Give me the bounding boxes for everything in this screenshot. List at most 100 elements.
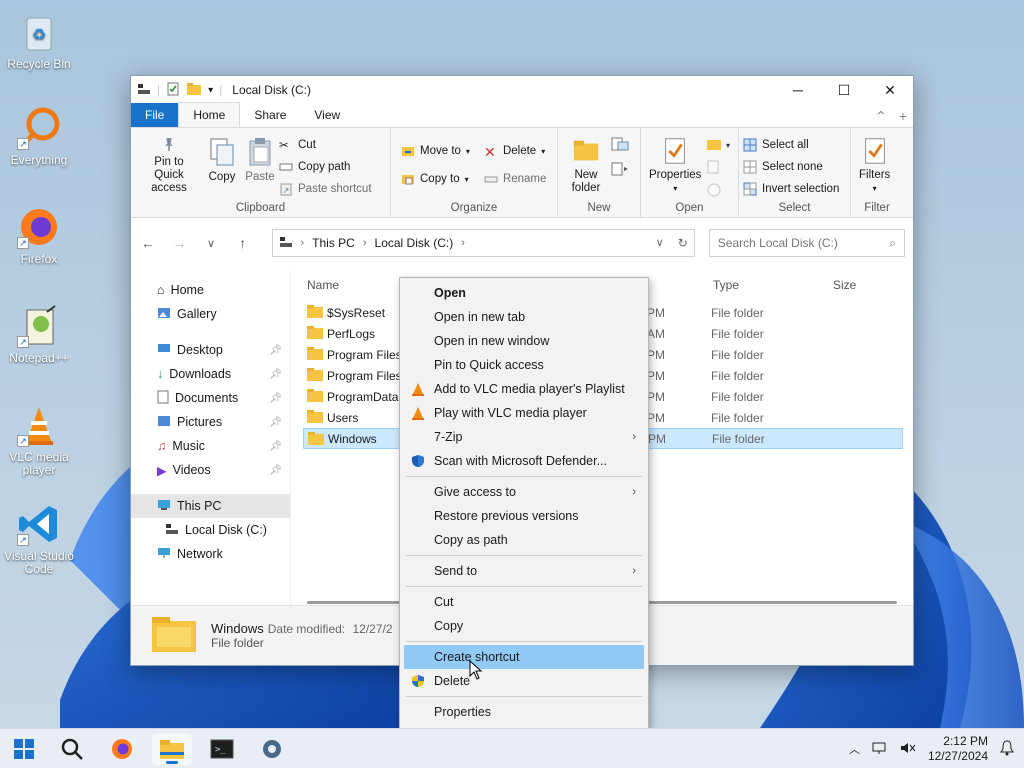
copy-button[interactable]: Copy — [203, 132, 241, 199]
start-button[interactable] — [4, 733, 44, 765]
minimize-button[interactable]: ─ — [775, 76, 821, 104]
new-folder-quick-icon[interactable] — [186, 82, 202, 99]
nav-desktop[interactable]: Desktop 📌︎ — [131, 338, 290, 362]
column-header-name[interactable]: Name — [307, 278, 339, 292]
taskbar-terminal[interactable]: >_ — [202, 733, 242, 765]
context-menu-item-give-access-to[interactable]: Give access to › — [404, 480, 644, 504]
context-menu-item-scan-with-microsoft-defender[interactable]: Scan with Microsoft Defender... — [404, 449, 644, 473]
easy-access-icon[interactable] — [610, 161, 632, 180]
context-menu-item-copy[interactable]: Copy — [404, 614, 644, 638]
paste-button[interactable]: Paste — [241, 132, 279, 199]
desktop-icon-recycle-bin[interactable]: ♻ Recycle Bin — [1, 10, 77, 71]
network-status-icon[interactable] — [872, 741, 888, 758]
context-menu-item-play-with-vlc-media-player[interactable]: Play with VLC media player — [404, 401, 644, 425]
desktop-icon-notepad-plus-plus[interactable]: ↗ Notepad++ — [1, 304, 77, 365]
rename-button[interactable]: Rename — [484, 170, 546, 188]
edit-icon[interactable] — [705, 159, 731, 178]
copy-path-button[interactable]: Copy path — [279, 158, 372, 176]
clock[interactable]: 2:12 PM 12/27/2024 — [928, 734, 988, 764]
new-folder-button[interactable]: New folder — [562, 132, 610, 199]
address-history-chevron-icon[interactable]: ∨ — [656, 236, 664, 250]
taskbar-firefox[interactable] — [102, 733, 142, 765]
breadcrumb-local-disk[interactable]: Local Disk (C:) — [375, 236, 454, 250]
desktop-icon-vlc[interactable]: ↗ VLC media player — [1, 403, 77, 477]
context-menu-item-pin-to-quick-access[interactable]: Pin to Quick access — [404, 353, 644, 377]
pin-icon[interactable]: 📌︎ — [269, 441, 282, 452]
nav-videos[interactable]: ▶ Videos 📌︎ — [131, 458, 290, 482]
help-plus-icon[interactable]: + — [899, 108, 907, 125]
cut-button[interactable]: ✂ Cut — [279, 136, 372, 154]
forward-arrow-icon[interactable]: → — [171, 235, 189, 251]
search-icon[interactable]: ⌕ — [889, 236, 896, 251]
nav-home[interactable]: ⌂ Home — [131, 278, 290, 302]
context-menu-item-cut[interactable]: Cut — [404, 590, 644, 614]
tab-file[interactable]: File — [131, 103, 179, 127]
delete-button[interactable]: ✕ Delete ▾ — [484, 142, 546, 160]
properties-button[interactable]: Properties ▾ — [645, 132, 705, 199]
history-icon[interactable] — [705, 182, 731, 201]
invert-selection-button[interactable]: Invert selection — [743, 180, 839, 198]
show-hidden-icons-chevron-icon[interactable]: ︿ — [849, 741, 860, 757]
breadcrumb-chevron-icon[interactable]: › — [363, 237, 367, 249]
address-box[interactable]: › This PC › Local Disk (C:) › ∨ ↻ — [271, 229, 695, 257]
pin-icon[interactable]: 📌︎ — [269, 417, 282, 428]
column-header-type[interactable]: Type — [713, 278, 739, 292]
customize-quick-access-icon[interactable]: ▾ — [208, 85, 213, 96]
context-menu-item-copy-as-path[interactable]: Copy as path — [404, 528, 644, 552]
maximize-button[interactable]: ☐ — [821, 76, 867, 104]
nav-documents[interactable]: Documents 📌︎ — [131, 386, 290, 410]
pin-icon[interactable]: 📌︎ — [269, 369, 282, 380]
recent-locations-chevron-icon[interactable]: ∨ — [202, 237, 220, 250]
breadcrumb-chevron-icon[interactable]: › — [301, 237, 305, 249]
refresh-icon[interactable]: ↻ — [678, 236, 688, 250]
context-menu-item-properties[interactable]: Properties — [404, 700, 644, 724]
new-item-icon[interactable] — [610, 136, 632, 155]
pin-icon[interactable]: 📌︎ — [269, 393, 282, 404]
nav-downloads[interactable]: ↓ Downloads 📌︎ — [131, 362, 290, 386]
close-button[interactable]: ✕ — [867, 76, 913, 104]
search-box[interactable]: ⌕ — [708, 229, 905, 257]
pin-icon[interactable]: 📌︎ — [269, 345, 282, 356]
pin-icon[interactable]: 📌︎ — [269, 465, 282, 476]
copy-to-button[interactable]: Copy to ▾ — [401, 170, 470, 188]
tab-share[interactable]: Share — [240, 103, 300, 127]
move-to-button[interactable]: Move to ▾ — [401, 142, 470, 160]
paste-shortcut-button[interactable]: ↗ Paste shortcut — [279, 180, 372, 198]
up-arrow-icon[interactable]: ↑ — [234, 235, 252, 251]
tab-view[interactable]: View — [300, 103, 354, 127]
breadcrumb-this-pc[interactable]: This PC — [312, 236, 355, 250]
breadcrumb-chevron-icon[interactable]: › — [461, 237, 465, 249]
context-menu-item-restore-previous-versions[interactable]: Restore previous versions — [404, 504, 644, 528]
nav-this-pc[interactable]: This PC — [131, 494, 290, 518]
context-menu-item-open[interactable]: Open — [404, 281, 644, 305]
context-menu-item-create-shortcut[interactable]: Create shortcut — [404, 645, 644, 669]
context-menu-item-delete[interactable]: Delete — [404, 669, 644, 693]
select-all-button[interactable]: Select all — [743, 136, 839, 154]
pin-to-quick-access-button[interactable]: Pin to Quick access — [135, 132, 203, 199]
nav-pictures[interactable]: Pictures 📌︎ — [131, 410, 290, 434]
open-folder-icon[interactable]: ▾ — [705, 136, 731, 155]
context-menu-item-open-in-new-tab[interactable]: Open in new tab — [404, 305, 644, 329]
tab-home[interactable]: Home — [178, 102, 241, 127]
taskbar-file-explorer[interactable] — [152, 733, 192, 765]
nav-music[interactable]: ♫ Music 📌︎ — [131, 434, 290, 458]
context-menu-item-send-to[interactable]: Send to › — [404, 559, 644, 583]
column-header-size[interactable]: Size — [833, 278, 856, 292]
desktop-icon-everything[interactable]: ↗ Everything — [1, 106, 77, 167]
taskbar-search-button[interactable] — [52, 733, 92, 765]
nav-gallery[interactable]: Gallery — [131, 302, 290, 326]
volume-muted-icon[interactable] — [900, 741, 916, 758]
collapse-ribbon-icon[interactable]: ⌃ — [875, 108, 887, 125]
context-menu-item-open-in-new-window[interactable]: Open in new window — [404, 329, 644, 353]
desktop-icon-vscode[interactable]: ↗ Visual Studio Code — [1, 502, 77, 576]
properties-quick-icon[interactable] — [166, 82, 180, 99]
nav-local-disk[interactable]: Local Disk (C:) — [131, 518, 290, 542]
notification-bell-icon[interactable] — [1000, 739, 1014, 759]
context-menu-item-7-zip[interactable]: 7-Zip › — [404, 425, 644, 449]
search-input[interactable] — [717, 236, 890, 250]
context-menu-item-add-to-vlc-media-player-s-playlist[interactable]: Add to VLC media player's Playlist — [404, 377, 644, 401]
filters-button[interactable]: Filters ▾ — [855, 132, 894, 199]
select-none-button[interactable]: Select none — [743, 158, 839, 176]
nav-network[interactable]: Network — [131, 542, 290, 566]
taskbar-settings[interactable] — [252, 733, 292, 765]
